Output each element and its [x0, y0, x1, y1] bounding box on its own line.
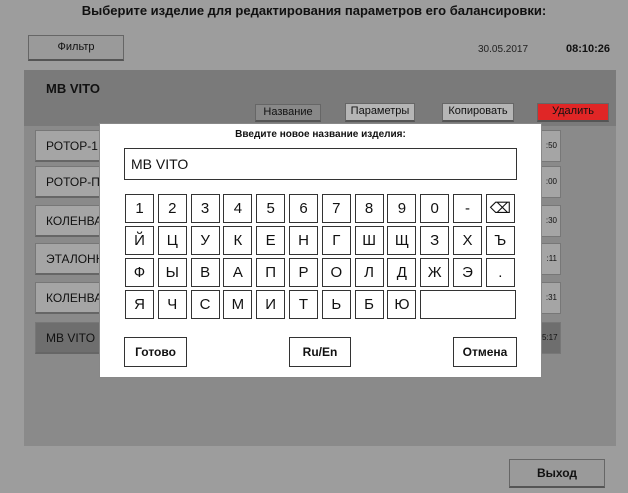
key[interactable]: Л: [354, 258, 384, 287]
key[interactable]: 5: [256, 194, 286, 223]
key[interactable]: Н: [289, 226, 318, 255]
list-item-time: :30: [541, 205, 561, 237]
copy-button[interactable]: Копировать: [442, 103, 514, 122]
key[interactable]: Э: [453, 258, 482, 287]
key[interactable]: У: [190, 226, 220, 255]
list-item-time: :11: [541, 243, 561, 275]
key[interactable]: 4: [223, 194, 253, 223]
key[interactable]: Ъ: [485, 226, 515, 255]
key[interactable]: Р: [289, 258, 318, 287]
selected-item-name: MB VITO: [46, 81, 100, 96]
key[interactable]: 2: [157, 194, 187, 223]
tab-name[interactable]: Название: [255, 104, 321, 122]
key[interactable]: Ж: [420, 258, 450, 287]
key[interactable]: М: [223, 290, 253, 319]
key[interactable]: И: [256, 290, 286, 319]
done-button[interactable]: Готово: [124, 337, 187, 367]
list-item-time: 5:17: [541, 322, 561, 354]
key[interactable]: Ь: [321, 290, 351, 319]
key[interactable]: Е: [256, 226, 286, 255]
key[interactable]: 9: [387, 194, 417, 223]
key[interactable]: .: [485, 258, 515, 287]
key[interactable]: Д: [387, 258, 417, 287]
key[interactable]: Щ: [387, 226, 417, 255]
key[interactable]: К: [223, 226, 253, 255]
dialog-title: Введите новое название изделия:: [235, 129, 406, 140]
key[interactable]: П: [256, 258, 286, 287]
key[interactable]: Б: [354, 290, 384, 319]
key[interactable]: А: [223, 258, 253, 287]
tab-parameters[interactable]: Параметры: [345, 103, 415, 122]
list-item-time: :00: [541, 166, 561, 198]
key[interactable]: 6: [289, 194, 318, 223]
page-title: Выберите изделие для редактирования пара…: [81, 3, 547, 18]
key[interactable]: 1: [125, 194, 154, 223]
key[interactable]: Х: [453, 226, 482, 255]
list-item-time: :31: [541, 282, 561, 314]
key[interactable]: Ю: [387, 290, 417, 319]
key[interactable]: 0: [420, 194, 450, 223]
key[interactable]: Ф: [125, 258, 154, 287]
key[interactable]: Й: [125, 226, 154, 255]
exit-button[interactable]: Выход: [509, 459, 605, 488]
key[interactable]: 3: [190, 194, 220, 223]
key[interactable]: Ц: [157, 226, 187, 255]
key[interactable]: О: [321, 258, 351, 287]
key[interactable]: 7: [321, 194, 351, 223]
delete-button[interactable]: Удалить: [537, 103, 609, 122]
filter-button[interactable]: Фильтр: [28, 35, 124, 61]
key[interactable]: Ш: [354, 226, 384, 255]
key[interactable]: В: [190, 258, 220, 287]
time-label: 08:10:26: [566, 43, 611, 55]
key[interactable]: Я: [125, 290, 154, 319]
cancel-button[interactable]: Отмена: [453, 337, 517, 367]
space-key[interactable]: [420, 290, 516, 319]
key[interactable]: 8: [354, 194, 384, 223]
key[interactable]: Г: [321, 226, 351, 255]
key[interactable]: Ы: [157, 258, 187, 287]
backspace-key[interactable]: ⌫: [485, 194, 515, 223]
product-name-input[interactable]: MB VITO: [124, 148, 517, 180]
key[interactable]: Т: [289, 290, 318, 319]
key[interactable]: З: [420, 226, 450, 255]
list-item-time: :50: [541, 130, 561, 162]
key[interactable]: -: [453, 194, 482, 223]
lang-switch-button[interactable]: Ru/En: [289, 337, 351, 367]
key[interactable]: Ч: [157, 290, 187, 319]
key[interactable]: С: [190, 290, 220, 319]
date-label: 30.05.2017: [478, 44, 529, 55]
